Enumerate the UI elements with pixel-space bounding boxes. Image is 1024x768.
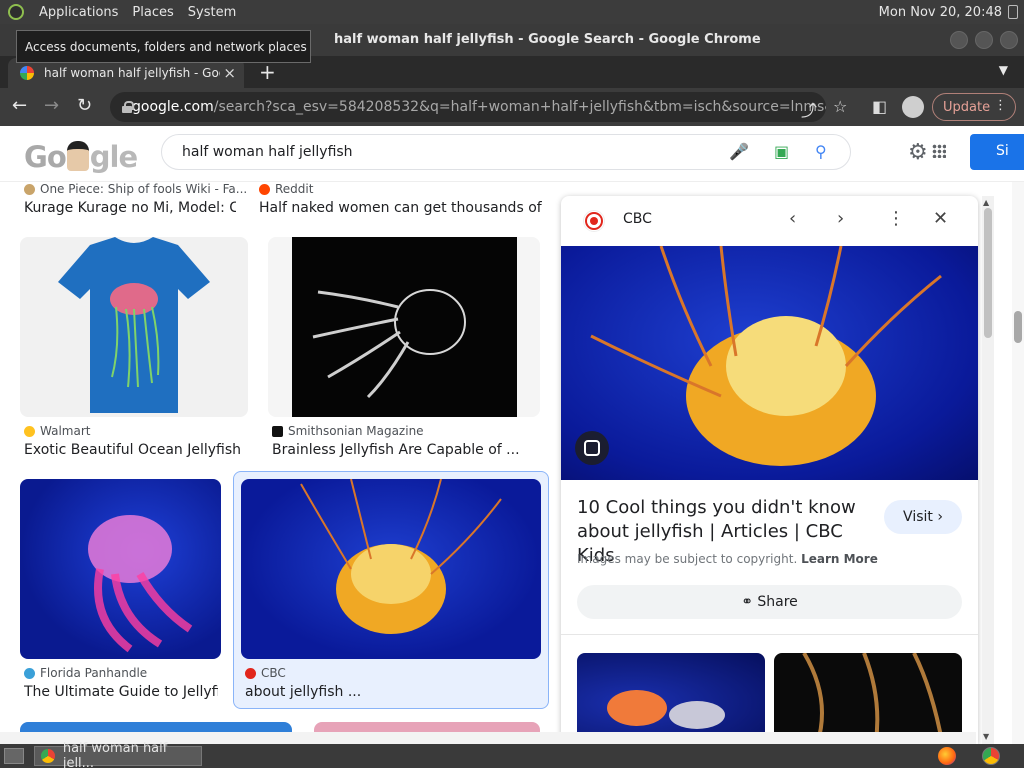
lens-icon[interactable] xyxy=(575,431,609,465)
browser-toolbar: ← → ↻ google.com/search?sca_esv=58420853… xyxy=(0,88,1024,126)
taskbar-chrome-window[interactable]: half woman half jell... xyxy=(34,741,202,768)
visit-button[interactable]: Visit › xyxy=(884,500,962,534)
clock[interactable]: Mon Nov 20, 20:48 xyxy=(879,5,1008,20)
related-image[interactable] xyxy=(774,653,962,744)
share-button[interactable]: ⚭ Share xyxy=(577,585,962,619)
update-button[interactable]: Update ⋮ xyxy=(932,93,1016,121)
result-title[interactable]: about jellyfish ... xyxy=(245,684,535,700)
search-query[interactable]: half woman half jellyfish xyxy=(182,144,353,160)
menu-places[interactable]: Places xyxy=(125,5,180,20)
walmart-icon xyxy=(24,425,35,437)
result-title[interactable]: Brainless Jellyfish Are Capable of ... xyxy=(272,442,537,458)
tab-close-icon[interactable]: × xyxy=(223,64,236,82)
page-scrollbar[interactable] xyxy=(1012,126,1024,744)
tab-label: half woman half jellyfish - Goo xyxy=(44,66,220,80)
divider xyxy=(561,634,978,635)
new-tab-button[interactable]: + xyxy=(259,60,276,84)
menu-applications[interactable]: Applications xyxy=(32,5,125,20)
previous-chevron-icon[interactable]: ‹ xyxy=(789,208,796,229)
minimize-button[interactable] xyxy=(950,31,968,49)
result-title[interactable]: Kurage Kurage no Mi, Model: C... xyxy=(24,200,236,216)
os-logo-icon[interactable] xyxy=(8,4,24,20)
side-panel-icon[interactable]: ◧ xyxy=(872,97,887,116)
share-page-icon[interactable]: ⤴ xyxy=(801,97,817,121)
visit-label: Visit xyxy=(903,509,933,525)
os-top-panel: Applications Places System Mon Nov 20, 2… xyxy=(0,0,1024,24)
search-box[interactable]: half woman half jellyfish 🎤 ▣ ⚲ xyxy=(161,134,851,170)
result-image-box-jellyfish[interactable] xyxy=(268,237,540,417)
result-title[interactable]: Half naked women can get thousands of ..… xyxy=(259,200,544,216)
close-window-button[interactable] xyxy=(1000,31,1018,49)
result-source[interactable]: Walmart xyxy=(24,424,90,438)
update-label: Update xyxy=(943,99,991,115)
source-favicon-icon xyxy=(24,183,35,195)
panel-source[interactable]: CBC xyxy=(623,211,652,227)
forward-arrow-icon[interactable]: → xyxy=(44,95,59,116)
settings-gear-icon[interactable]: ⚙ xyxy=(908,140,928,165)
next-chevron-icon[interactable]: › xyxy=(837,208,844,229)
apps-grid-icon[interactable] xyxy=(932,144,946,158)
profile-avatar[interactable] xyxy=(902,96,924,118)
maximize-button[interactable] xyxy=(975,31,993,49)
result-image-cbc-jellyfish[interactable] xyxy=(241,479,541,659)
copyright-notice: Images may be subject to copyright. Lear… xyxy=(577,552,878,566)
reddit-icon xyxy=(259,183,270,195)
panel-scroll-thumb[interactable] xyxy=(984,208,992,338)
cbc-icon xyxy=(245,667,256,679)
reload-icon[interactable]: ↻ xyxy=(77,95,92,116)
result-image-tshirt[interactable] xyxy=(20,237,248,417)
taskbar-window-label: half woman half jell... xyxy=(62,741,168,768)
chrome-launcher-icon[interactable] xyxy=(982,747,1000,765)
google-doodle-logo[interactable]: Go gle xyxy=(24,140,138,174)
close-panel-icon[interactable]: ✕ xyxy=(933,208,948,229)
result-source[interactable]: One Piece: Ship of fools Wiki - Fa... xyxy=(24,182,247,196)
window-title: half woman half jellyfish - Google Searc… xyxy=(334,32,761,47)
result-source[interactable]: Reddit xyxy=(259,182,313,196)
menu-system[interactable]: System xyxy=(181,5,243,20)
places-tooltip: Access documents, folders and network pl… xyxy=(16,30,311,63)
more-menu-icon[interactable]: ⋮ xyxy=(994,98,1007,113)
google-header: Go gle half woman half jellyfish 🎤 ▣ ⚲ ⚙ … xyxy=(0,126,1024,182)
tab-search-chevron-icon[interactable]: ▼ xyxy=(999,63,1008,77)
more-options-icon[interactable]: ⋮ xyxy=(887,208,905,229)
google-favicon-icon xyxy=(20,66,34,80)
back-arrow-icon[interactable]: ← xyxy=(12,95,27,116)
bookmark-star-icon[interactable]: ☆ xyxy=(833,97,847,116)
show-desktop-button[interactable] xyxy=(4,748,24,764)
os-taskbar: half woman half jell... xyxy=(0,741,1024,768)
result-source[interactable]: CBC xyxy=(245,666,286,680)
result-source[interactable]: Smithsonian Magazine xyxy=(272,424,424,438)
doodle-face-icon xyxy=(66,141,89,171)
url-host: google.com xyxy=(132,99,214,115)
result-image-pink-jellyfish[interactable] xyxy=(20,479,221,659)
page-scroll-thumb[interactable] xyxy=(1014,311,1022,343)
share-icon: ⚭ xyxy=(741,594,753,610)
cbc-logo-icon xyxy=(583,210,605,232)
related-image[interactable] xyxy=(577,653,765,744)
tray-icon[interactable] xyxy=(1008,5,1018,19)
result-title[interactable]: Exotic Beautiful Ocean Jellyfish ... xyxy=(24,442,246,458)
smithsonian-icon xyxy=(272,425,283,437)
url-path: /search?sca_esv=584208532&q=half+woman+h… xyxy=(213,99,826,115)
firefox-icon[interactable] xyxy=(938,747,956,765)
voice-search-icon[interactable]: 🎤 xyxy=(729,142,749,161)
lens-search-icon[interactable]: ▣ xyxy=(774,142,789,161)
panel-header: CBC ‹ › ⋮ ✕ xyxy=(561,196,978,246)
page-content: Go gle half woman half jellyfish 🎤 ▣ ⚲ ⚙ … xyxy=(0,126,1024,744)
learn-more-link[interactable]: Learn More xyxy=(801,552,878,566)
sign-in-button[interactable]: Si xyxy=(970,134,1024,170)
chrome-icon xyxy=(41,749,55,763)
share-label: Share xyxy=(757,594,798,610)
result-source[interactable]: Florida Panhandle xyxy=(24,666,147,680)
florida-panhandle-icon xyxy=(24,667,35,679)
chevron-right-icon: › xyxy=(937,509,943,525)
search-icon[interactable]: ⚲ xyxy=(815,142,827,161)
result-title[interactable]: The Ultimate Guide to Jellyfi... xyxy=(24,684,218,700)
image-preview-panel: CBC ‹ › ⋮ ✕ 10 Cool things you didn't kn… xyxy=(561,196,978,744)
preview-image[interactable] xyxy=(561,246,978,480)
panel-scrollbar[interactable]: ▲ ▼ xyxy=(982,196,994,744)
address-bar[interactable]: google.com/search?sca_esv=584208532&q=ha… xyxy=(110,92,826,122)
